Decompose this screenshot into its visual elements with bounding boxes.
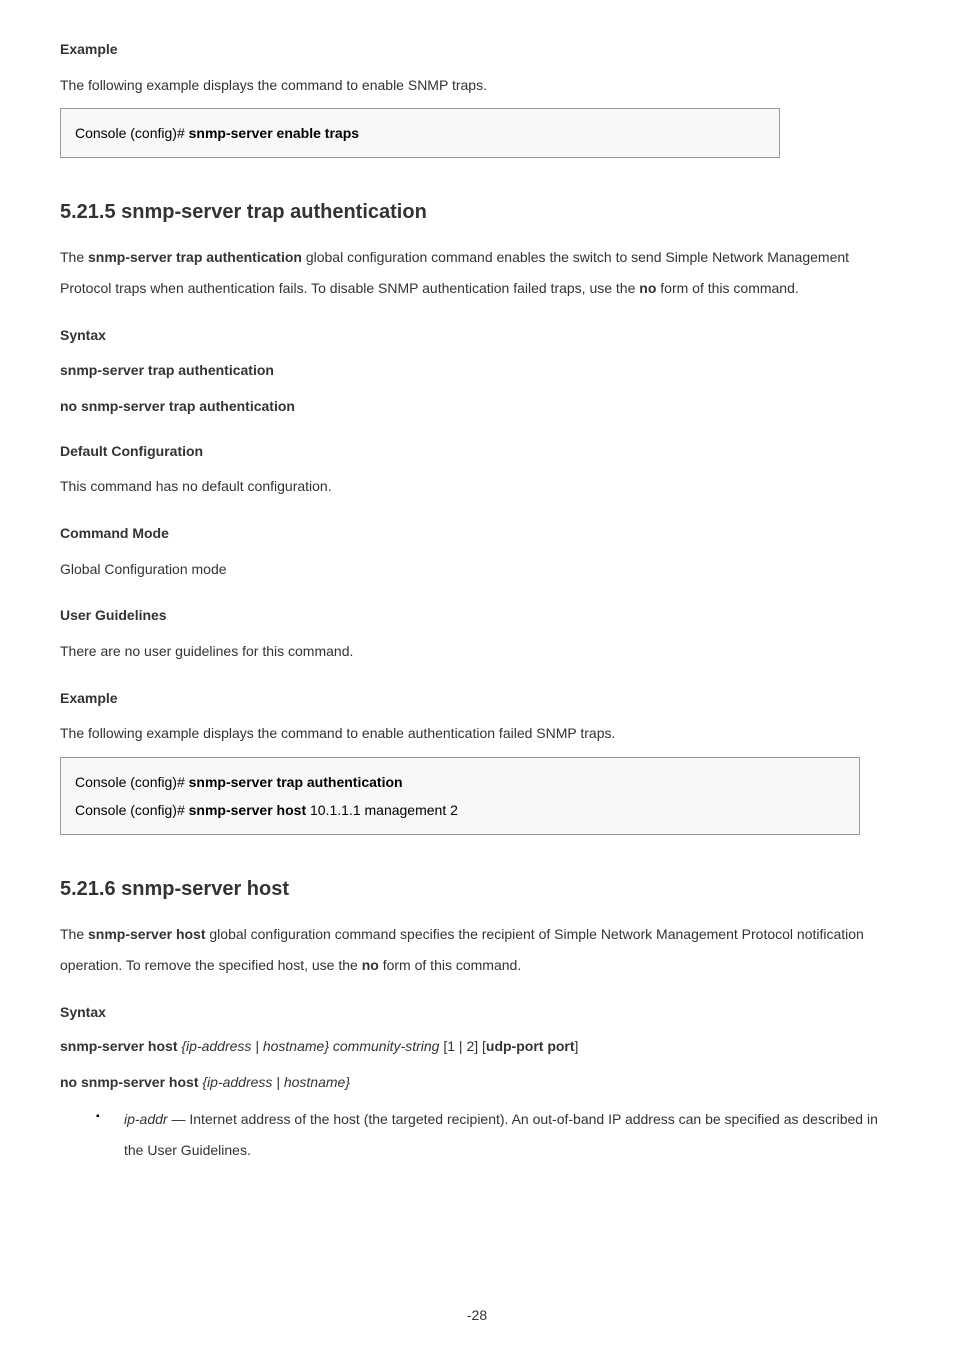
code1-prompt: Console (config)# [75, 125, 189, 141]
example-intro-top: The following example displays the comma… [60, 70, 894, 101]
heading-5-21-5: 5.21.5 snmp-server trap authentication [60, 198, 894, 226]
page-number: -28 [0, 1306, 954, 1326]
sec2-syntax-label: Syntax [60, 326, 894, 346]
sec2-mode-label: Command Mode [60, 524, 894, 544]
sec3-bullet1-term: ip-addr [124, 1111, 168, 1127]
sec3-param-list: ip-addr — Internet address of the host (… [60, 1104, 894, 1166]
code2-prompt1: Console (config)# [75, 774, 189, 790]
heading-5-21-6: 5.21.6 snmp-server host [60, 875, 894, 903]
code2-cmd1: snmp-server trap authentication [189, 774, 403, 790]
example-label-top: Example [60, 40, 894, 60]
sec2-syntax2: no snmp-server trap authentication [60, 392, 894, 420]
sec3-syntax1: snmp-server host {ip-address | hostname}… [60, 1032, 894, 1060]
sec2-default-text: This command has no default configuratio… [60, 471, 894, 502]
sec3-bullet1: ip-addr — Internet address of the host (… [96, 1104, 894, 1166]
sec2-example-intro: The following example displays the comma… [60, 718, 894, 749]
sec2-example-label: Example [60, 689, 894, 709]
code2-cmd2b: 10.1.1.1 management 2 [310, 802, 458, 818]
sec3-syntax2: no snmp-server host {ip-address | hostna… [60, 1068, 894, 1096]
code2-cmd2a: snmp-server host [189, 802, 310, 818]
sec3-desc-no: no [362, 957, 379, 973]
sec2-default-label: Default Configuration [60, 442, 894, 462]
sec3-syntax1-b: {ip-address | hostname} community-string [181, 1038, 443, 1054]
sec3-syntax2-a: no snmp-server host [60, 1074, 202, 1090]
sec2-desc-end: form of this command. [656, 280, 798, 296]
sec3-desc-cmd: snmp-server host [88, 926, 205, 942]
sec2-mode-text: Global Configuration mode [60, 554, 894, 585]
code2-prompt2: Console (config)# [75, 802, 189, 818]
sec3-desc-end: form of this command. [379, 957, 521, 973]
sec3-desc-pre: The [60, 926, 88, 942]
code-box-2: Console (config)# snmp-server trap authe… [60, 757, 860, 835]
sec3-syntax2-b: {ip-address | hostname} [202, 1074, 350, 1090]
sec3-bullet1-desc: — Internet address of the host (the targ… [124, 1111, 878, 1158]
sec2-description: The snmp-server trap authentication glob… [60, 242, 894, 304]
code-box-1: Console (config)# snmp-server enable tra… [60, 108, 780, 158]
sec2-syntax1: snmp-server trap authentication [60, 356, 894, 384]
sec3-syntax1-d: udp-port port [486, 1038, 575, 1054]
code1-cmd: snmp-server enable traps [189, 125, 359, 141]
sec2-desc-pre: The [60, 249, 88, 265]
sec3-syntax1-a: snmp-server host [60, 1038, 181, 1054]
sec2-ug-text: There are no user guidelines for this co… [60, 636, 894, 667]
sec2-ug-label: User Guidelines [60, 606, 894, 626]
sec2-desc-cmd: snmp-server trap authentication [88, 249, 302, 265]
sec3-syntax1-c: [1 | 2] [ [443, 1038, 486, 1054]
sec3-syntax1-e: ] [575, 1038, 579, 1054]
sec2-desc-no: no [639, 280, 656, 296]
sec3-description: The snmp-server host global configuratio… [60, 919, 894, 981]
sec3-syntax-label: Syntax [60, 1003, 894, 1023]
